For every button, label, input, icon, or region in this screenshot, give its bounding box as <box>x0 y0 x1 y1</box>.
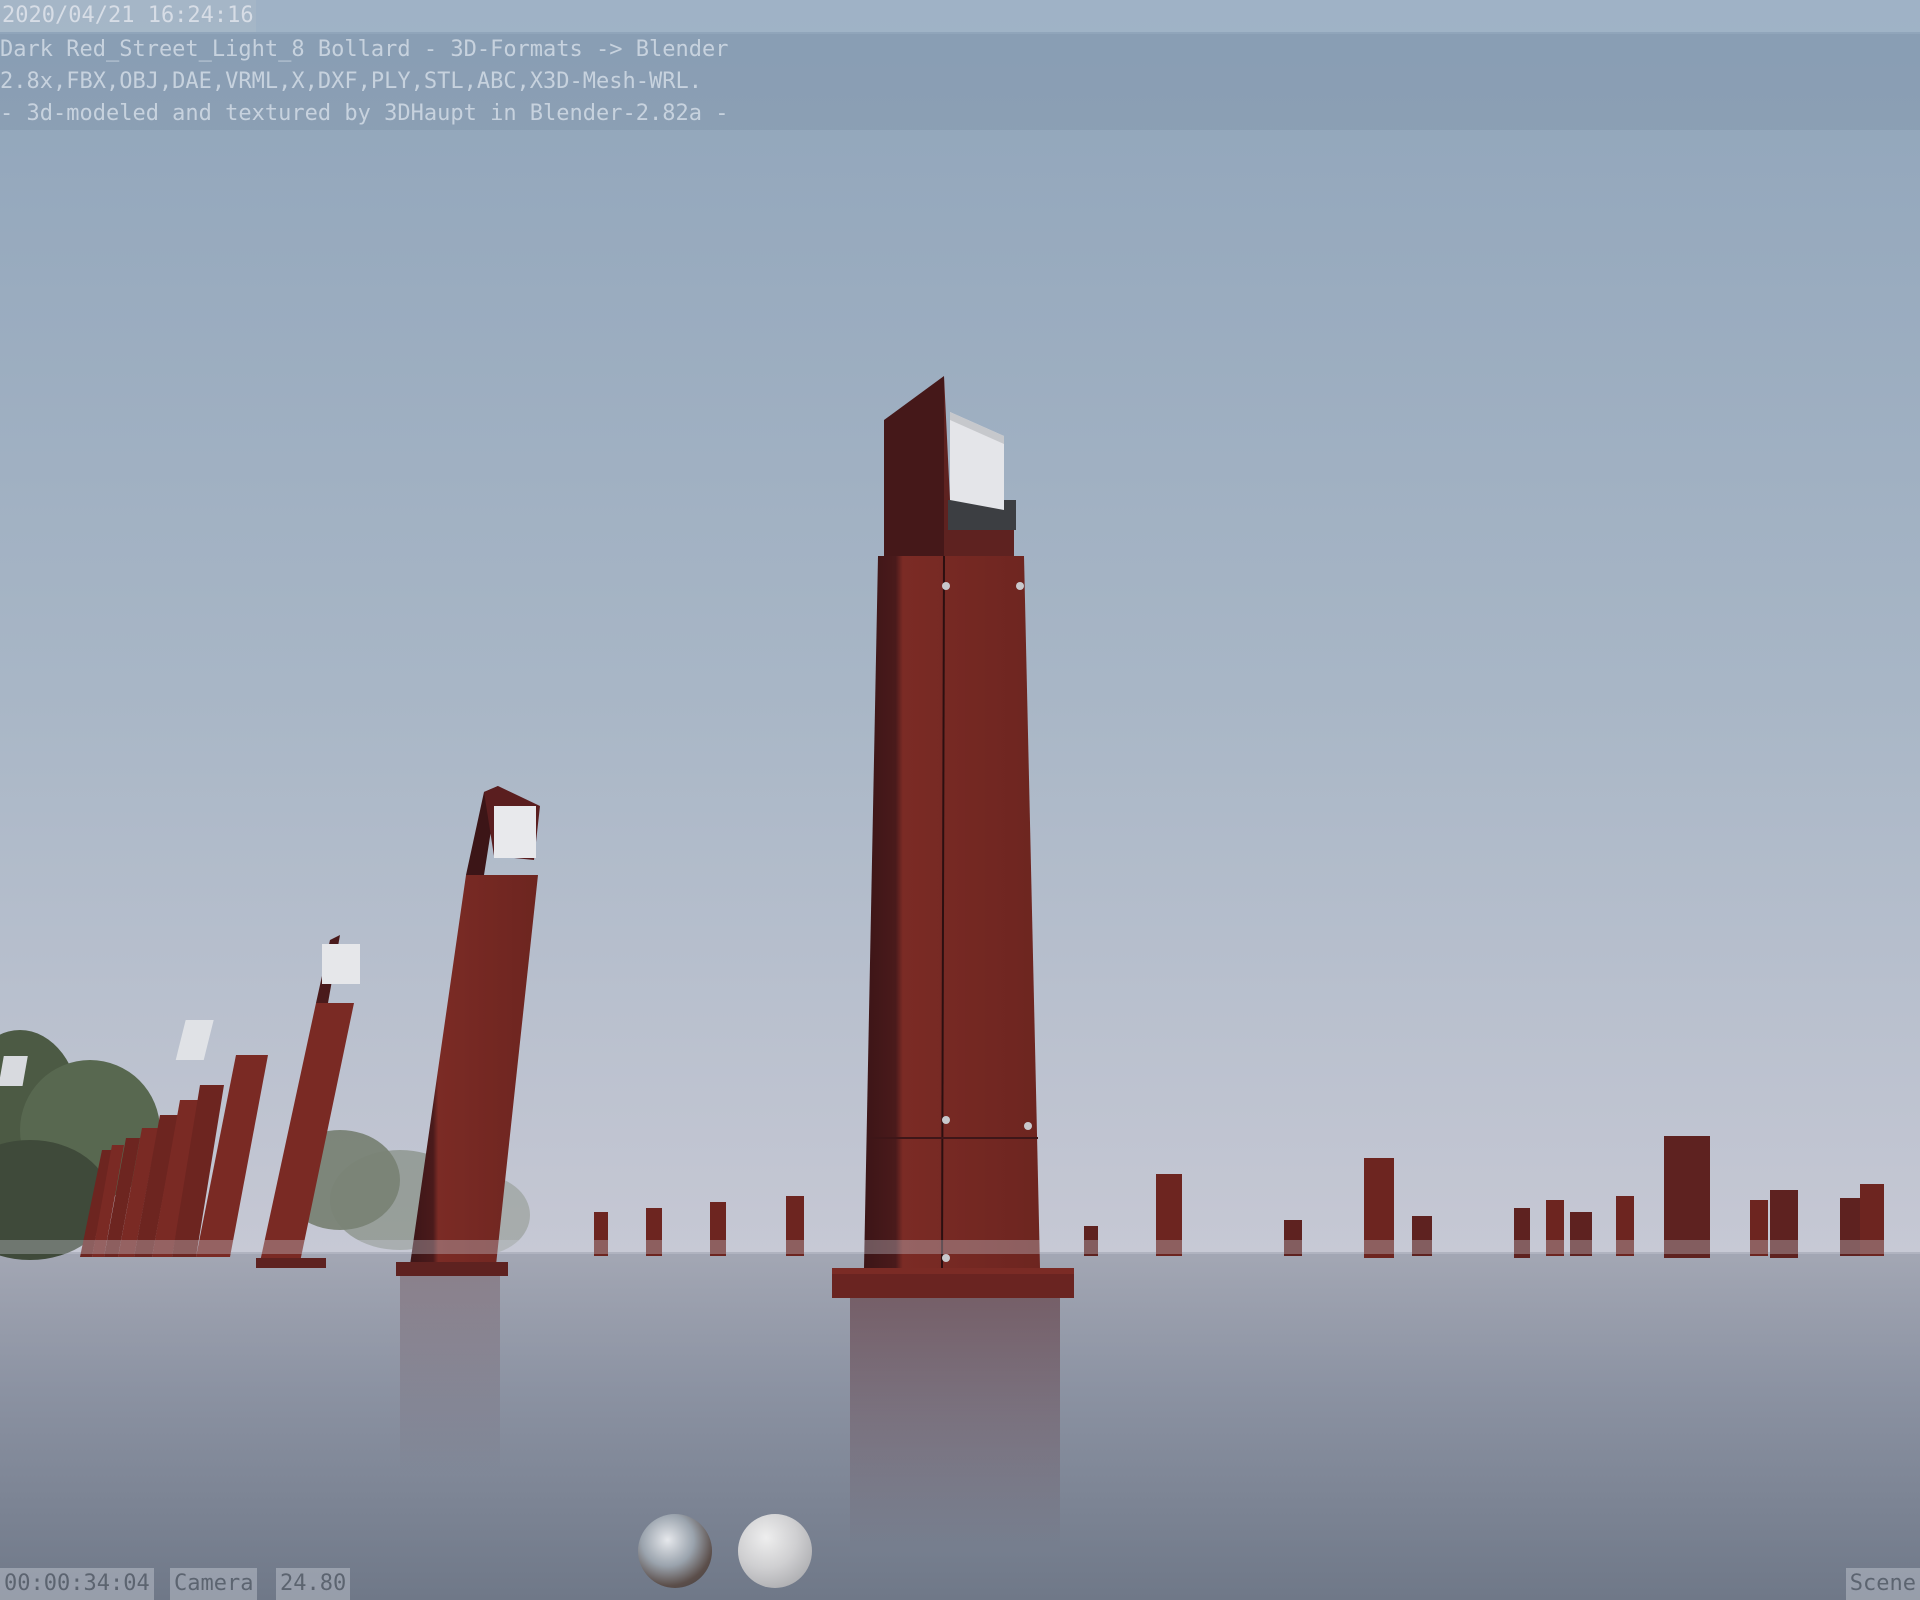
timestamp-bar <box>0 0 1920 32</box>
material-sphere-icon[interactable] <box>738 1514 812 1588</box>
timestamp-label: 2020/04/21 16:24:16 <box>0 0 256 32</box>
annotation-line-3: - 3d-modeled and textured by 3DHaupt in … <box>0 101 729 126</box>
annotation-line-2: 2.8x,FBX,OBJ,DAE,VRML,X,DXF,PLY,STL,ABC,… <box>0 69 702 94</box>
timecode-label: 00:00:34:04 <box>0 1568 154 1600</box>
environment-sphere-icon[interactable] <box>638 1514 712 1588</box>
camera-label: Camera <box>170 1568 258 1600</box>
scene-label: Scene <box>1845 1568 1920 1600</box>
render-scene <box>0 0 1920 1600</box>
annotation-line-1: Dark Red_Street_Light_8 Bollard - 3D-For… <box>0 37 729 62</box>
3d-viewport[interactable]: 2020/04/21 16:24:16 Dark Red_Street_Ligh… <box>0 0 1920 1600</box>
annotation-box: Dark Red_Street_Light_8 Bollard - 3D-For… <box>0 34 1920 130</box>
focal-length-label: 24.80 <box>276 1568 351 1600</box>
